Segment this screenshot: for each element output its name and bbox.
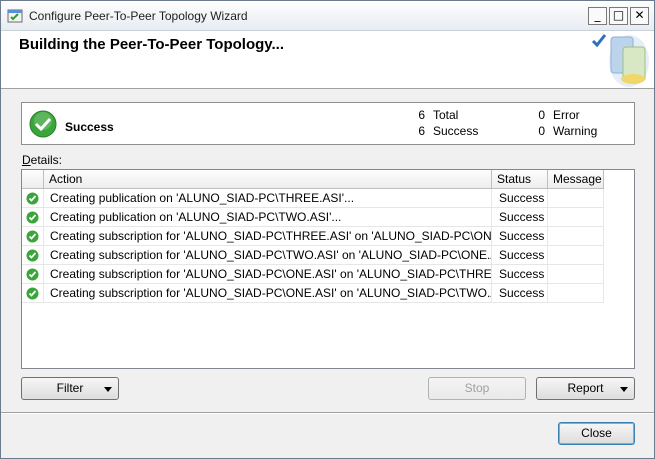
table-row[interactable]: Creating publication on 'ALUNO_SIAD-PC\T… xyxy=(22,208,604,227)
wizard-header: Building the Peer-To-Peer Topology... xyxy=(1,31,654,89)
database-replication-icon xyxy=(591,34,649,87)
summary-status: Success xyxy=(65,120,114,134)
stop-button-label: Stop xyxy=(464,381,490,395)
table-row[interactable]: Creating subscription for 'ALUNO_SIAD-PC… xyxy=(22,284,604,303)
row-message xyxy=(548,265,604,284)
success-check-icon xyxy=(26,211,39,224)
footer-divider xyxy=(1,412,654,414)
minimize-icon: _ xyxy=(594,8,601,22)
details-label: Details: xyxy=(22,153,62,167)
close-window-button[interactable]: ✕ xyxy=(630,7,649,25)
row-action: Creating subscription for 'ALUNO_SIAD-PC… xyxy=(44,284,492,303)
maximize-icon: □ xyxy=(612,8,625,22)
row-message xyxy=(548,246,604,265)
error-count: 0 xyxy=(538,108,545,122)
filter-button-label: Filter xyxy=(56,381,84,395)
close-icon: ✕ xyxy=(634,8,645,22)
chevron-down-icon xyxy=(620,387,628,392)
header-icon-column xyxy=(22,170,44,189)
details-mnemonic: D xyxy=(22,153,31,167)
close-button[interactable]: Close xyxy=(558,422,635,445)
table-row[interactable]: Creating publication on 'ALUNO_SIAD-PC\T… xyxy=(22,189,604,208)
column-header-message[interactable]: Message xyxy=(548,170,604,189)
filter-button[interactable]: Filter xyxy=(21,377,119,400)
page-title: Building the Peer-To-Peer Topology... xyxy=(19,36,285,53)
total-count: 6 xyxy=(418,108,425,122)
wizard-window: Configure Peer-To-Peer Topology Wizard _… xyxy=(0,0,655,459)
total-label: Total xyxy=(433,108,459,122)
error-label: Error xyxy=(553,108,580,122)
row-status[interactable]: Success xyxy=(492,208,548,227)
title-bar[interactable]: Configure Peer-To-Peer Topology Wizard _… xyxy=(1,1,654,31)
success-check-icon xyxy=(26,268,39,281)
row-status[interactable]: Success xyxy=(492,189,548,208)
column-header-status[interactable]: Status xyxy=(492,170,548,189)
minimize-button[interactable]: _ xyxy=(588,7,607,25)
row-action: Creating subscription for 'ALUNO_SIAD-PC… xyxy=(44,246,492,265)
table-row[interactable]: Creating subscription for 'ALUNO_SIAD-PC… xyxy=(22,227,604,246)
success-count: 6 xyxy=(418,124,425,138)
report-button-label: Report xyxy=(567,381,604,395)
row-message xyxy=(548,189,604,208)
row-status[interactable]: Success xyxy=(492,265,548,284)
grid-header: Action Status Message xyxy=(22,170,634,189)
row-message xyxy=(548,284,604,303)
details-label-rest: etails: xyxy=(30,153,63,167)
close-button-label: Close xyxy=(581,426,612,440)
maximize-button[interactable]: □ xyxy=(609,7,628,25)
success-check-icon xyxy=(26,230,39,243)
summary-panel: Success 6 Total 6 Success 0 Error 0 Warn… xyxy=(21,102,635,145)
row-action: Creating subscription for 'ALUNO_SIAD-PC… xyxy=(44,227,492,246)
table-row[interactable]: Creating subscription for 'ALUNO_SIAD-PC… xyxy=(22,265,604,284)
window-title: Configure Peer-To-Peer Topology Wizard xyxy=(29,9,248,23)
wizard-icon xyxy=(7,9,23,23)
row-message xyxy=(548,208,604,227)
stop-button[interactable]: Stop xyxy=(428,377,526,400)
row-action: Creating publication on 'ALUNO_SIAD-PC\T… xyxy=(44,189,492,208)
row-action: Creating subscription for 'ALUNO_SIAD-PC… xyxy=(44,265,492,284)
chevron-down-icon xyxy=(104,387,112,392)
row-status[interactable]: Success xyxy=(492,246,548,265)
success-check-icon xyxy=(26,192,39,205)
success-check-icon xyxy=(26,249,39,262)
report-button[interactable]: Report xyxy=(536,377,635,400)
row-action: Creating publication on 'ALUNO_SIAD-PC\T… xyxy=(44,208,492,227)
details-grid[interactable]: Action Status Message Creating publicati… xyxy=(21,169,635,369)
success-check-icon xyxy=(26,287,39,300)
warning-count: 0 xyxy=(538,124,545,138)
table-row[interactable]: Creating subscription for 'ALUNO_SIAD-PC… xyxy=(22,246,604,265)
success-check-icon xyxy=(29,110,57,138)
warning-label: Warning xyxy=(553,124,598,138)
success-label: Success xyxy=(433,124,479,138)
row-status[interactable]: Success xyxy=(492,227,548,246)
row-message xyxy=(548,227,604,246)
column-header-action[interactable]: Action xyxy=(44,170,492,189)
row-status[interactable]: Success xyxy=(492,284,548,303)
